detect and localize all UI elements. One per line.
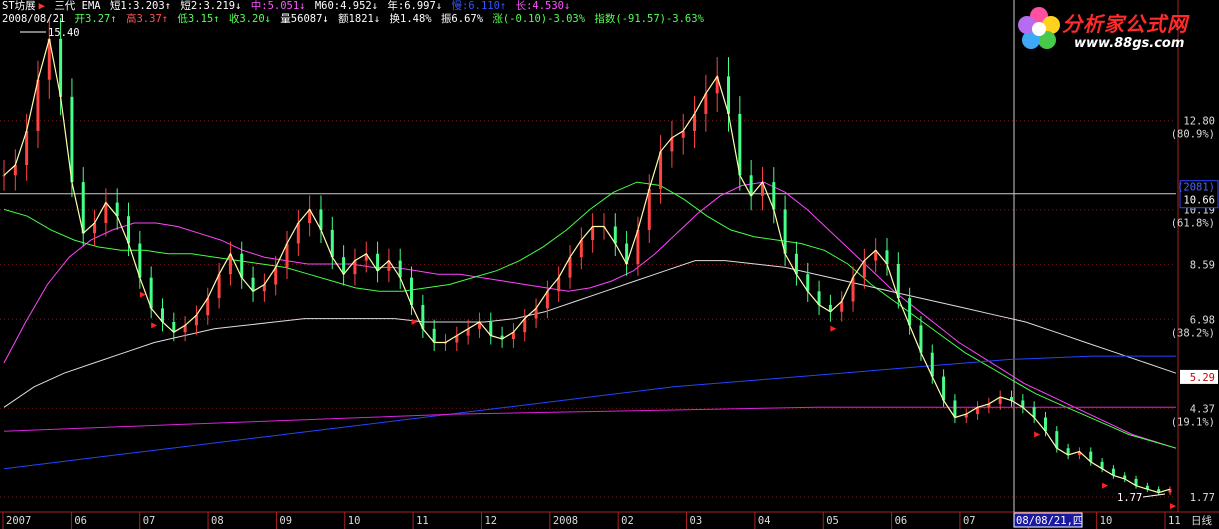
candle-body (296, 223, 300, 244)
y-tick-percent: (61.8%) (1171, 218, 1215, 230)
buy-signal-marker (1034, 431, 1041, 438)
candle-body (636, 229, 640, 264)
candle-body (749, 175, 753, 196)
x-tick-label: 11 (1168, 515, 1181, 527)
quote-amplitude: 振6.67% (440, 13, 484, 25)
y-tick-label: 4.37 (1190, 403, 1215, 415)
quote-turnover: 换1.48% (389, 13, 432, 25)
x-tick-label: 2008 (553, 515, 578, 527)
x-tick-label: 07 (143, 515, 156, 527)
x-tick-label: 09 (279, 515, 292, 527)
quote-header: 2008/08/21 开3.27↑ 高3.37↑ 低3.15↑ 收3.20↓ 量… (2, 13, 707, 26)
period-label: 日线 (1191, 514, 1213, 527)
crosshair-count-label: (2081) (1177, 182, 1215, 194)
candle-body (908, 298, 912, 326)
x-tick-label: 12 (484, 515, 497, 527)
price-chart[interactable]: 12.80(80.9%)10.19(61.8%)8.596.98(38.2%)4… (0, 0, 1219, 529)
quote-volume: 量56087↓ (280, 13, 329, 25)
candle-body (647, 188, 651, 230)
x-tick-label: 10 (1100, 515, 1113, 527)
candle-body (410, 277, 414, 305)
candle-body (25, 130, 29, 166)
logo-url[interactable]: www.88gs.com (1074, 36, 1184, 51)
candle-body (2, 175, 6, 177)
candle-body (59, 38, 63, 97)
red-flag-icon: ▶ (38, 0, 45, 12)
flower-logo-icon (1018, 7, 1060, 49)
quote-close: 收3.20↓ (228, 13, 271, 25)
quote-change: 涨(-0.10)-3.03% (492, 13, 586, 25)
x-tick-label: 02 (621, 515, 634, 527)
ma-line (3, 406, 1176, 432)
candle-body (81, 182, 85, 234)
quote-high: 高3.37↑ (125, 13, 169, 25)
x-tick-label: 10 (348, 515, 361, 527)
ma-value: 慢:6.110↑ (451, 0, 507, 12)
last-price-label: 5.29 (1190, 372, 1215, 384)
y-tick-percent: (80.9%) (1171, 129, 1215, 141)
min-price-label: 1.77 (1117, 492, 1142, 504)
buy-signal-marker (411, 318, 418, 325)
candle-body (138, 243, 142, 278)
buy-signal-marker (830, 325, 837, 332)
buy-signal-marker (1102, 482, 1109, 489)
candle-body (36, 79, 40, 131)
index-change: 指数(-91.57)-3.63% (594, 13, 704, 25)
stock-name[interactable]: ST坊展 (2, 0, 36, 12)
ma-line (3, 260, 1177, 408)
candle-body (783, 209, 787, 254)
x-tick-label: 2007 (6, 515, 31, 527)
candle-body (896, 263, 900, 299)
candle-body (127, 216, 131, 244)
candle-body (851, 277, 855, 302)
ma-value: 长:4.530↓ (515, 0, 571, 12)
y-tick-label: 6.98 (1190, 314, 1215, 326)
max-price-label: 15.40 (48, 27, 80, 39)
ma-value: 年:6.997↓ (387, 0, 443, 12)
y-tick-label: 8.59 (1190, 259, 1215, 271)
y-tick-label: 1.77 (1190, 492, 1215, 504)
buy-signal-marker (151, 322, 158, 329)
candle-body (659, 151, 663, 189)
candle-body (330, 229, 334, 258)
x-tick-label: 05 (826, 515, 839, 527)
crosshair-date-label: 08/08/21,四 (1016, 515, 1083, 527)
buy-signal-marker (1170, 503, 1176, 510)
x-tick-label: 03 (690, 515, 703, 527)
x-tick-label: 06 (74, 515, 87, 527)
y-tick-percent: (38.2%) (1171, 327, 1215, 339)
x-tick-label: 11 (416, 515, 429, 527)
quote-amount: 额1821↓ (338, 13, 381, 25)
quote-low: 低3.15↑ (177, 13, 220, 25)
x-tick-label: 07 (963, 515, 976, 527)
crosshair-price-label: 10.66 (1183, 195, 1215, 207)
candle-body (738, 113, 742, 176)
y-tick-percent: (19.1%) (1171, 416, 1215, 428)
indicator-name: 三代 EMA (54, 0, 101, 12)
logo-name: 分析家公式网 (1062, 12, 1188, 36)
ma-value: M60:4.952↓ (314, 0, 379, 12)
x-tick-label: 04 (758, 515, 771, 527)
y-tick-label: 12.80 (1183, 116, 1215, 128)
ma-value: 中:5.051↓ (250, 0, 306, 12)
x-tick-label: 08 (211, 515, 224, 527)
quote-open: 开3.27↑ (74, 13, 117, 25)
ma-value: 短2:3.219↓ (180, 0, 242, 12)
indicator-header: ST坊展 ▶ 三代 EMA 短1:3.203↑ 短2:3.219↓ 中:5.051… (2, 0, 573, 13)
min-price-pointer (1142, 493, 1166, 498)
x-tick-label: 06 (895, 515, 908, 527)
ma-value: 短1:3.203↑ (109, 0, 172, 12)
quote-date: 2008/08/21 (2, 13, 66, 25)
site-logo[interactable]: 分析家公式网 www.88gs.com (1014, 2, 1199, 62)
candle-body (727, 76, 731, 114)
candle-body (70, 96, 74, 183)
